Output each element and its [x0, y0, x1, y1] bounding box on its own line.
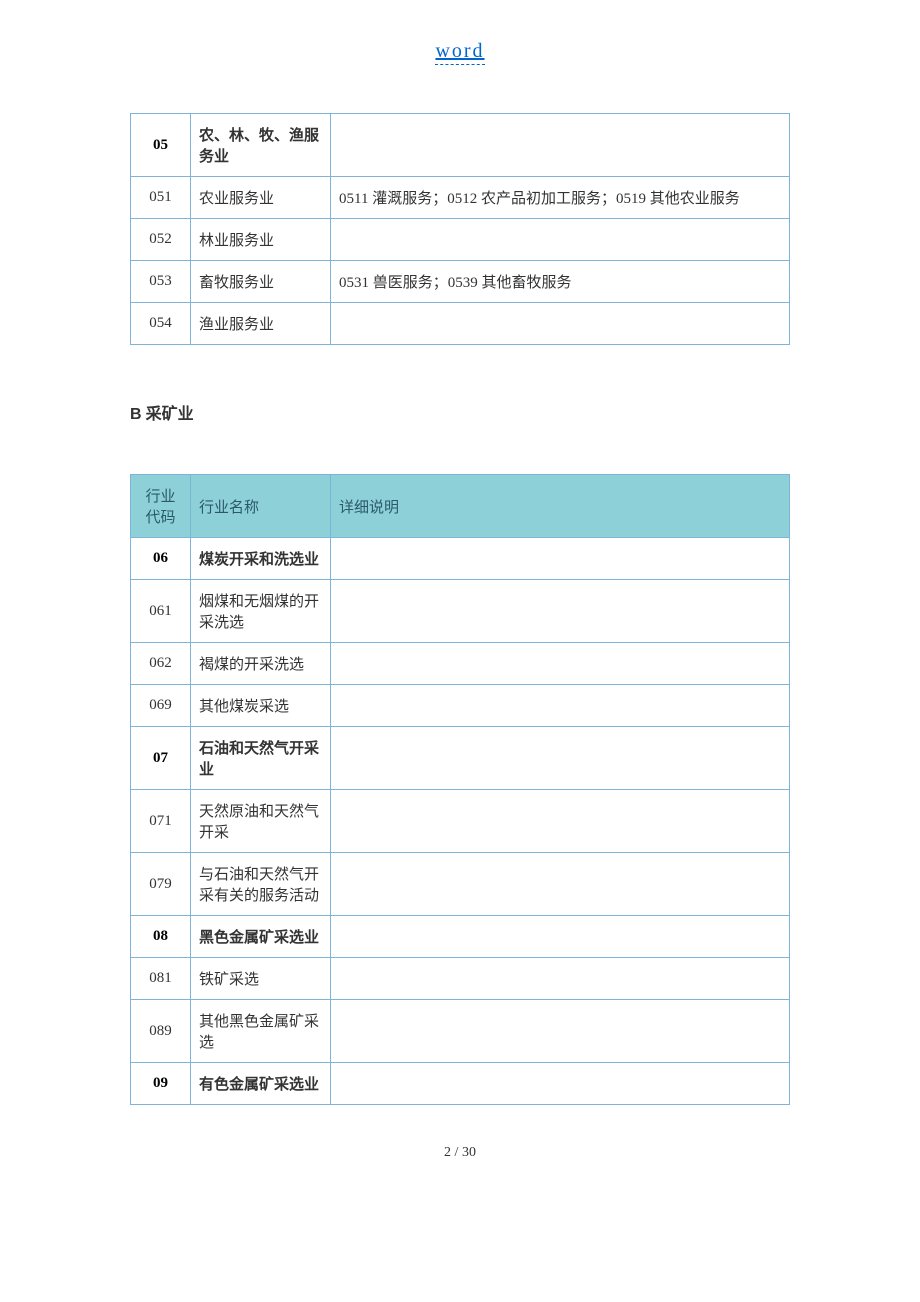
table-row: 079与石油和天然气开采有关的服务活动 [131, 853, 790, 916]
cell-code: 069 [131, 685, 191, 727]
cell-name: 石油和天然气开采业 [191, 727, 331, 790]
section-letter: B [130, 406, 142, 423]
cell-name: 畜牧服务业 [191, 261, 331, 303]
cell-code: 071 [131, 790, 191, 853]
cell-code: 062 [131, 643, 191, 685]
page-current: 2 [444, 1145, 451, 1160]
cell-name: 铁矿采选 [191, 958, 331, 1000]
cell-name: 有色金属矿采选业 [191, 1063, 331, 1105]
table-row: 062褐煤的开采洗选 [131, 643, 790, 685]
section-b-heading: B 采矿业 [130, 400, 790, 424]
cell-name: 其他煤炭采选 [191, 685, 331, 727]
header-code: 行业代码 [131, 475, 191, 538]
cell-code: 07 [131, 727, 191, 790]
cell-name: 其他黑色金属矿采选 [191, 1000, 331, 1063]
page-total: 30 [462, 1145, 476, 1160]
table-services: 05农、林、牧、渔服务业051农业服务业0511 灌溉服务；0512 农产品初加… [130, 113, 790, 345]
cell-name: 农、林、牧、渔服务业 [191, 114, 331, 177]
table-row: 081铁矿采选 [131, 958, 790, 1000]
table-row: 071天然原油和天然气开采 [131, 790, 790, 853]
main-content: 05农、林、牧、渔服务业051农业服务业0511 灌溉服务；0512 农产品初加… [0, 113, 920, 1105]
table-row: 052林业服务业 [131, 219, 790, 261]
header-link: word [0, 40, 920, 63]
table-header-row: 行业代码 行业名称 详细说明 [131, 475, 790, 538]
cell-code: 051 [131, 177, 191, 219]
cell-name: 黑色金属矿采选业 [191, 916, 331, 958]
cell-name: 煤炭开采和洗选业 [191, 538, 331, 580]
page-number: 2 / 30 [0, 1145, 920, 1161]
cell-name: 天然原油和天然气开采 [191, 790, 331, 853]
cell-code: 052 [131, 219, 191, 261]
cell-name: 林业服务业 [191, 219, 331, 261]
table-row: 053畜牧服务业0531 兽医服务；0539 其他畜牧服务 [131, 261, 790, 303]
cell-desc: 0531 兽医服务；0539 其他畜牧服务 [331, 261, 790, 303]
cell-desc [331, 114, 790, 177]
cell-desc: 0511 灌溉服务；0512 农产品初加工服务；0519 其他农业服务 [331, 177, 790, 219]
table-row: 09有色金属矿采选业 [131, 1063, 790, 1105]
cell-code: 09 [131, 1063, 191, 1105]
header-name: 行业名称 [191, 475, 331, 538]
section-title: 采矿业 [146, 406, 194, 423]
cell-code: 08 [131, 916, 191, 958]
cell-name: 褐煤的开采洗选 [191, 643, 331, 685]
cell-desc [331, 580, 790, 643]
cell-desc [331, 790, 790, 853]
table-row: 054渔业服务业 [131, 303, 790, 345]
cell-desc [331, 727, 790, 790]
cell-name: 与石油和天然气开采有关的服务活动 [191, 853, 331, 916]
cell-desc [331, 958, 790, 1000]
table-row: 069其他煤炭采选 [131, 685, 790, 727]
cell-desc [331, 1000, 790, 1063]
table-row: 06煤炭开采和洗选业 [131, 538, 790, 580]
cell-desc [331, 643, 790, 685]
cell-code: 089 [131, 1000, 191, 1063]
table-row: 08黑色金属矿采选业 [131, 916, 790, 958]
table-row: 07石油和天然气开采业 [131, 727, 790, 790]
cell-desc [331, 916, 790, 958]
cell-desc [331, 538, 790, 580]
cell-code: 081 [131, 958, 191, 1000]
page-separator: / [451, 1145, 462, 1160]
cell-name: 渔业服务业 [191, 303, 331, 345]
table-row: 061烟煤和无烟煤的开采洗选 [131, 580, 790, 643]
word-link[interactable]: word [435, 40, 484, 65]
table-row: 051农业服务业0511 灌溉服务；0512 农产品初加工服务；0519 其他农… [131, 177, 790, 219]
cell-desc [331, 685, 790, 727]
cell-name: 农业服务业 [191, 177, 331, 219]
cell-name: 烟煤和无烟煤的开采洗选 [191, 580, 331, 643]
cell-desc [331, 219, 790, 261]
table-mining: 行业代码 行业名称 详细说明 06煤炭开采和洗选业061烟煤和无烟煤的开采洗选0… [130, 474, 790, 1105]
table-row: 05农、林、牧、渔服务业 [131, 114, 790, 177]
cell-desc [331, 1063, 790, 1105]
cell-code: 054 [131, 303, 191, 345]
cell-code: 061 [131, 580, 191, 643]
cell-desc [331, 303, 790, 345]
cell-code: 053 [131, 261, 191, 303]
cell-code: 06 [131, 538, 191, 580]
cell-desc [331, 853, 790, 916]
header-desc: 详细说明 [331, 475, 790, 538]
cell-code: 05 [131, 114, 191, 177]
cell-code: 079 [131, 853, 191, 916]
table-row: 089其他黑色金属矿采选 [131, 1000, 790, 1063]
